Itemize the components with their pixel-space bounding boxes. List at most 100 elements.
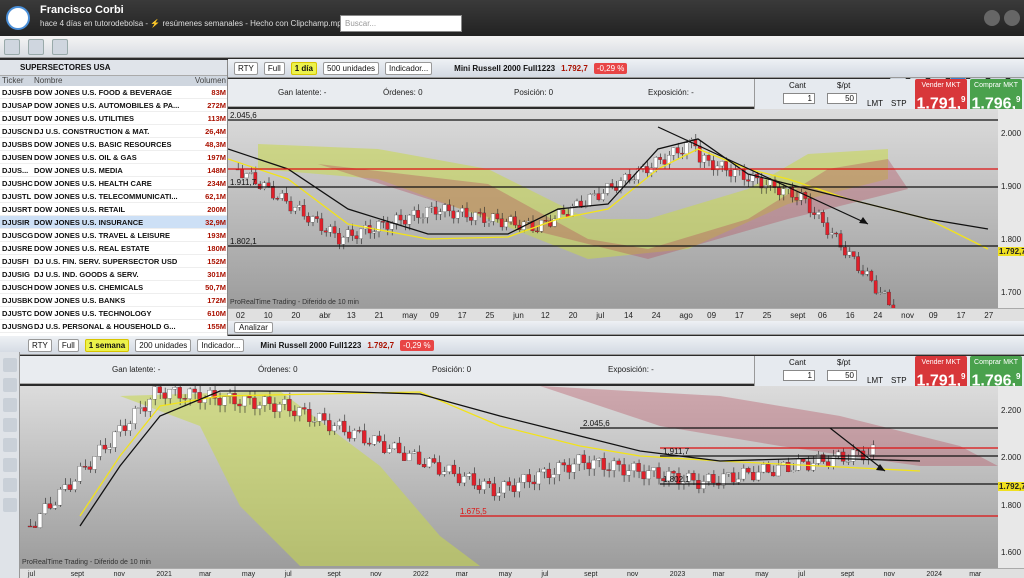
watchlist-title[interactable]: SUPERSECTORES USA: [0, 60, 227, 76]
trend-icon[interactable]: [3, 458, 17, 472]
ticker-cell: DJUSBS: [2, 139, 33, 149]
bottom-chart-toolbar: RTY Full 1 semana 200 unidades Indicador…: [0, 336, 1024, 355]
layout-icon[interactable]: [4, 39, 20, 55]
candle-body: [446, 464, 452, 473]
list-item[interactable]: DJUSNG DJ U.S. PERSONAL & HOUSEHOLD G... 1…: [0, 320, 227, 333]
eraser-icon[interactable]: [3, 418, 17, 432]
candle-body: [127, 423, 132, 431]
candle-body: [776, 464, 781, 477]
candle-body: [756, 471, 761, 481]
star-icon[interactable]: [52, 39, 68, 55]
ticker-select[interactable]: RTY: [234, 61, 258, 75]
list-item[interactable]: DJUS... DOW JONES U.S. MEDIA 148M: [0, 164, 227, 177]
tick-label: nov: [883, 571, 895, 578]
lmt-button-2[interactable]: LMT: [867, 376, 883, 385]
line-icon[interactable]: [3, 438, 17, 452]
ticker-cell: DJUSRE: [2, 243, 33, 253]
bottom-chart-area[interactable]: 2.045,6 1.911,7 1.802,1 1.675,5 ProRealTime …: [20, 386, 998, 568]
col-ticker[interactable]: Ticker: [0, 76, 34, 86]
candle-body: [433, 206, 438, 215]
list-item[interactable]: DJUSFB DOW JONES U.S. FOOD & BEVERAGE 83M: [0, 86, 227, 99]
ticker-cell: DJUSIG: [2, 269, 30, 279]
ticker-cell: DJUSCN: [2, 126, 33, 136]
share-icon[interactable]: [1004, 10, 1020, 26]
orders: Órdenes: 0: [383, 88, 423, 97]
candle-body: [337, 420, 342, 426]
main-toolbar: [0, 36, 1024, 91]
arrow-up-icon[interactable]: [3, 378, 17, 392]
list-item[interactable]: DJUSRE DOW JONES U.S. REAL ESTATE 180M: [0, 242, 227, 255]
list-item[interactable]: DJUSBS DOW JONES U.S. BASIC RESOURCES 48,3…: [0, 138, 227, 151]
candle-body: [526, 474, 531, 483]
lmt-button[interactable]: LMT: [867, 99, 883, 108]
pt-label-2: $/pt: [837, 358, 851, 367]
list-item[interactable]: DJUSFI DJ U.S. FIN. SERV. SUPERSECTOR USD…: [0, 255, 227, 268]
candle-body: [421, 464, 427, 468]
indicator-button[interactable]: Indicador...: [385, 61, 433, 75]
col-name[interactable]: Nombre: [34, 76, 192, 86]
sell-label-2: Vender MKT: [921, 359, 961, 366]
list-item[interactable]: DJUSCG DOW JONES U.S. TRAVEL & LEISURE 193…: [0, 229, 227, 242]
candle-body: [237, 403, 242, 407]
period-select[interactable]: 1 día: [290, 61, 317, 75]
tick-label: mar: [455, 571, 468, 578]
candle-body: [601, 193, 605, 200]
ticker-select-2[interactable]: RTY: [28, 338, 52, 352]
tick-label: 25: [762, 311, 772, 320]
candle-body: [307, 409, 312, 422]
candle-body: [801, 458, 806, 462]
indicator-button-2[interactable]: Indicador...: [197, 338, 245, 352]
list-item[interactable]: DJUSHC DOW JONES U.S. HEALTH CARE 234M: [0, 177, 227, 190]
list-item[interactable]: DJUSCH DOW JONES U.S. CHEMICALS 50,7M: [0, 281, 227, 294]
list-item[interactable]: DJUSAP DOW JONES U.S. AUTOMOBILES & PA...…: [0, 99, 227, 112]
units-select[interactable]: 500 unidades: [322, 61, 380, 75]
candle-body: [586, 462, 591, 470]
candle-body: [425, 207, 429, 218]
pt-input-2[interactable]: 50: [827, 370, 857, 381]
name-cell: DOW JONES U.S. UTILITIES: [34, 113, 135, 123]
list-item[interactable]: DJUSUT DOW JONES U.S. UTILITIES 113M: [0, 112, 227, 125]
list-item[interactable]: DJUSIR DOW JONES U.S. INSURANCE 32,9M: [0, 216, 227, 229]
list-item[interactable]: DJUSBK DOW JONES U.S. BANKS 172M: [0, 294, 227, 307]
list-item[interactable]: DJUSTL DOW JONES U.S. TELECOMMUNICATI... 6…: [0, 190, 227, 203]
col-volume[interactable]: Volumen: [192, 76, 226, 86]
list-item[interactable]: DJUSTC DOW JONES U.S. TECHNOLOGY 610M: [0, 307, 227, 320]
qty-input-2[interactable]: 1: [783, 370, 815, 381]
candle-body: [816, 211, 821, 215]
tick-label: sept: [70, 571, 85, 578]
channel-avatar[interactable]: [6, 6, 30, 30]
candle-body: [496, 492, 502, 497]
qty-input[interactable]: 1: [783, 93, 815, 104]
mode-select-2[interactable]: Full: [57, 338, 79, 352]
tick-label: 21: [374, 311, 384, 320]
list-item[interactable]: DJUSEN DOW JONES U.S. OIL & GAS 197M: [0, 151, 227, 164]
analyze-button[interactable]: Analizar: [234, 322, 273, 333]
arrow-down-icon[interactable]: [3, 398, 17, 412]
text-icon[interactable]: [3, 498, 17, 512]
top-chart-area[interactable]: 2.045,6 1.911,7 1.802,1 ProRealTime Trading…: [228, 109, 998, 308]
pencil-icon[interactable]: [3, 358, 17, 372]
candle-body: [870, 444, 876, 455]
candle-body: [389, 223, 394, 230]
list-item[interactable]: DJUSIG DJ U.S. IND. GOODS & SERV. 301M: [0, 268, 227, 281]
list-item[interactable]: DJUSCN DJ U.S. CONSTRUCTION & MAT. 26,4M: [0, 125, 227, 138]
period-select-2[interactable]: 1 semana: [84, 338, 130, 352]
pt-input[interactable]: 50: [827, 93, 857, 104]
channel-name[interactable]: Francisco Corbi: [40, 4, 124, 16]
units-select-2[interactable]: 200 unidades: [135, 338, 192, 352]
buy-label: Comprar MKT: [974, 82, 1018, 89]
list-item[interactable]: DJUSRT DOW JONES U.S. RETAIL 200M: [0, 203, 227, 216]
candle-body: [882, 291, 887, 294]
refresh-icon[interactable]: [28, 39, 44, 55]
search-input[interactable]: Buscar...: [340, 15, 462, 32]
candle-body: [137, 407, 142, 409]
stp-button-2[interactable]: STP: [891, 376, 907, 385]
volume-cell: 50,7M: [205, 282, 226, 292]
mode-select[interactable]: Full: [263, 61, 285, 75]
channel-icon[interactable]: [3, 478, 17, 492]
candle-body: [337, 233, 341, 245]
name-cell: DOW JONES U.S. REAL ESTATE: [34, 243, 150, 253]
stp-button[interactable]: STP: [891, 99, 907, 108]
clock-icon[interactable]: [984, 10, 1000, 26]
candle-body: [506, 481, 512, 486]
